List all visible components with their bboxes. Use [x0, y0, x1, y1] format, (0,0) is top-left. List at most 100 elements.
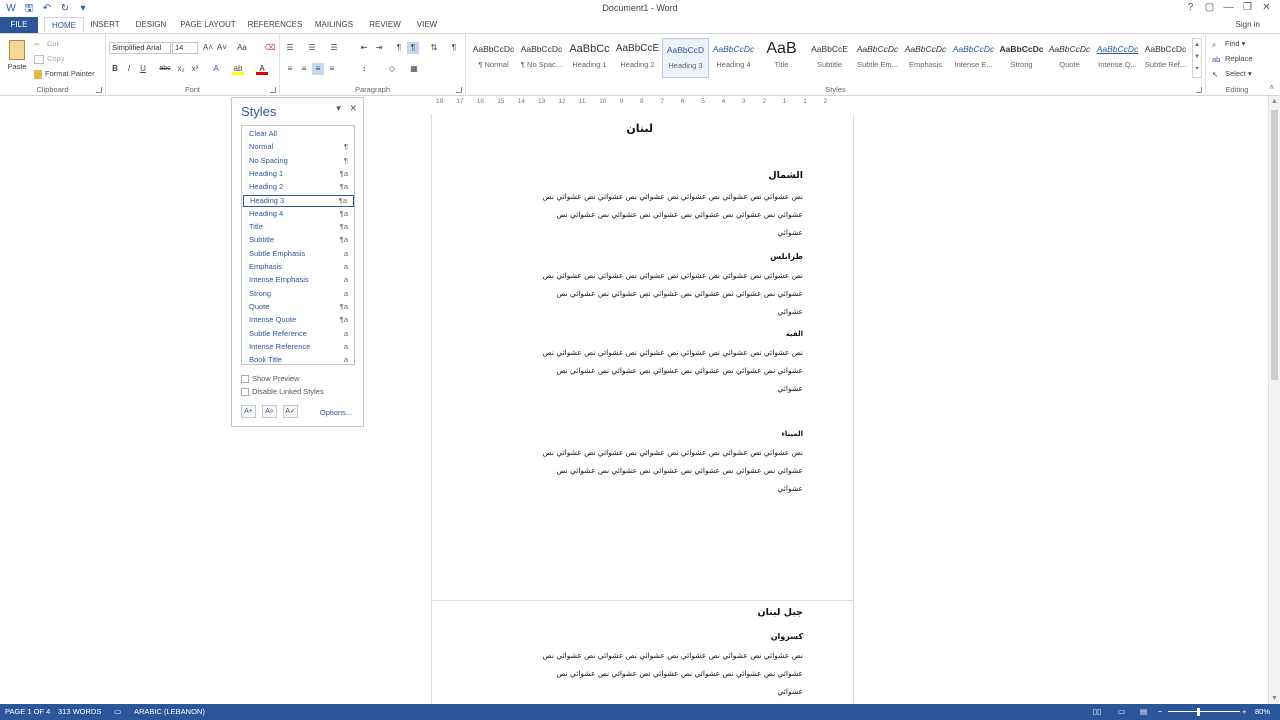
italic-button[interactable]: I [123, 63, 135, 75]
sign-in-link[interactable]: Sign in [1236, 20, 1260, 29]
options-link[interactable]: Options... [320, 408, 352, 417]
disable-linked-styles-checkbox[interactable]: Disable Linked Styles [241, 387, 324, 397]
ltr-icon[interactable]: ¶ [393, 42, 405, 54]
style-list-item[interactable]: Intense Reference a [243, 341, 354, 353]
cut-button[interactable]: ✂ Cut [34, 39, 59, 49]
style-list-item[interactable]: Emphasis a [243, 261, 354, 273]
doc-heading[interactable]: القبة [786, 330, 803, 338]
doc-heading[interactable]: الشمال [768, 170, 803, 181]
doc-title[interactable]: لبنان [626, 122, 653, 135]
shrink-font-icon[interactable]: A˅ [216, 42, 228, 54]
style-list-item[interactable]: Heading 1 ¶a [243, 168, 354, 180]
zoom-slider[interactable] [1168, 711, 1240, 712]
styles-launcher-icon[interactable] [1196, 87, 1202, 93]
doc-paragraph[interactable]: نص عشوائي نص عشوائي نص عشوائي نص عشوائي … [483, 647, 803, 701]
style-list-item[interactable]: Book Title a [243, 354, 354, 366]
vertical-scrollbar[interactable]: ▲ ▼ [1268, 96, 1280, 704]
show-formatting-icon[interactable]: ¶ [448, 42, 460, 54]
collapse-ribbon-icon[interactable]: ˄ [1269, 83, 1274, 92]
scroll-thumb[interactable] [1271, 110, 1278, 380]
numbering-icon[interactable]: ☰ [306, 42, 318, 54]
doc-paragraph[interactable]: نص عشوائي نص عشوائي نص عشوائي نص عشوائي … [483, 188, 803, 242]
underline-button[interactable]: U [137, 63, 149, 75]
highlight-icon[interactable]: ab [232, 63, 244, 75]
tab-insert[interactable]: INSERT [88, 17, 122, 33]
font-name-combo[interactable]: Simplified Arial [109, 42, 171, 54]
tab-home[interactable]: HOME [44, 17, 84, 33]
doc-heading[interactable]: الميناء [781, 430, 803, 438]
gallery-style-item[interactable]: AaBbCcDc ¶ No Spac... [518, 38, 565, 78]
tab-file[interactable]: FILE [0, 17, 38, 33]
zoom-level[interactable]: 80% [1255, 707, 1270, 716]
text-effects-icon[interactable]: A [210, 63, 222, 75]
align-center-icon[interactable]: ≡ [298, 63, 310, 75]
ribbon-display-icon[interactable]: ▢ [1200, 1, 1219, 15]
change-case-icon[interactable]: Aa [236, 42, 248, 54]
print-layout-icon[interactable]: ▭ [1118, 707, 1125, 716]
clipboard-launcher-icon[interactable] [96, 87, 102, 93]
gallery-style-item[interactable]: AaBbCcDc Quote [1046, 38, 1093, 78]
tab-page-layout[interactable]: PAGE LAYOUT [178, 17, 238, 33]
gallery-style-item[interactable]: AaBbCcD Heading 3 [662, 38, 709, 78]
style-list-item[interactable]: Heading 4 ¶a [243, 208, 354, 220]
gallery-style-item[interactable]: AaBbCcDc Heading 4 [710, 38, 757, 78]
paste-button[interactable]: Paste [4, 38, 30, 80]
new-style-icon[interactable]: A+ [241, 405, 256, 418]
help-icon[interactable]: ? [1181, 1, 1200, 15]
language-indicator[interactable]: ARABIC (LEBANON) [134, 707, 205, 716]
gallery-style-item[interactable]: AaBbCcDc Strong [998, 38, 1045, 78]
select-button[interactable]: ↖ Select ▾ [1212, 69, 1252, 79]
horizontal-ruler[interactable]: 18 17 16 15 14 13 12 11 10 9 8 7 6 5 4 3 2 1 1 2 [431, 98, 854, 108]
multilevel-list-icon[interactable]: ☰ [328, 42, 340, 54]
gallery-style-item[interactable]: AaBbCcE Subtitle [806, 38, 853, 78]
pane-options-icon[interactable]: ▾ [336, 103, 341, 113]
replace-button[interactable]: ab Replace [1212, 54, 1253, 64]
doc-paragraph[interactable]: نص عشوائي نص عشوائي نص عشوائي نص عشوائي … [483, 344, 803, 398]
style-list-item[interactable]: Subtitle ¶a [243, 234, 354, 246]
clear-formatting-icon[interactable]: ⌫ [264, 42, 276, 54]
doc-heading[interactable]: طرابلس [770, 252, 803, 261]
strikethrough-button[interactable]: abc [157, 63, 173, 75]
style-list-item[interactable]: Subtle Reference a [243, 328, 354, 340]
copy-button[interactable]: Copy [34, 54, 65, 64]
grow-font-icon[interactable]: A˄ [202, 42, 214, 54]
bold-button[interactable]: B [109, 63, 121, 75]
pane-close-icon[interactable]: ✕ [349, 103, 357, 113]
sort-icon[interactable]: ⇅ [428, 42, 440, 54]
superscript-button[interactable]: x² [189, 63, 201, 75]
web-layout-icon[interactable]: ▤ [1140, 707, 1147, 716]
bullets-icon[interactable]: ☰ [284, 42, 296, 54]
zoom-out-icon[interactable]: − [1158, 707, 1162, 716]
read-mode-icon[interactable]: ▯▯ [1093, 707, 1101, 716]
gallery-style-item[interactable]: AaBbCcDc Emphasis [902, 38, 949, 78]
style-list-item[interactable]: Title ¶a [243, 221, 354, 233]
minimize-icon[interactable]: — [1219, 1, 1238, 15]
scroll-up-icon[interactable]: ▲ [1271, 98, 1278, 105]
style-inspector-icon[interactable]: A⌕ [262, 405, 277, 418]
decrease-indent-icon[interactable]: ⇤ [358, 42, 370, 54]
style-list-item[interactable]: Strong a [243, 288, 354, 300]
doc-paragraph[interactable]: نص عشوائي نص عشوائي نص عشوائي نص عشوائي … [483, 267, 803, 321]
line-spacing-icon[interactable]: ↕ [358, 63, 370, 75]
document-page[interactable]: لبنان الشمال نص عشوائي نص عشوائي نص عشوا… [431, 114, 854, 704]
page-count[interactable]: PAGE 1 OF 4 [5, 707, 50, 716]
increase-indent-icon[interactable]: ⇥ [373, 42, 385, 54]
align-right-icon[interactable]: ≡ [312, 63, 324, 75]
style-list-item[interactable]: Heading 3 ¶a [243, 194, 354, 207]
zoom-slider-thumb[interactable] [1197, 708, 1200, 716]
font-size-combo[interactable]: 14 [172, 42, 198, 54]
style-list-item[interactable]: Intense Quote ¶a [243, 314, 354, 326]
gallery-style-item[interactable]: AaBbCcDc Intense Q... [1094, 38, 1141, 78]
format-painter-button[interactable]: Format Painter [34, 69, 95, 79]
restore-icon[interactable]: ❐ [1238, 1, 1257, 15]
close-icon[interactable]: ✕ [1257, 1, 1276, 15]
font-launcher-icon[interactable] [270, 87, 276, 93]
style-list-item[interactable]: Subtle Emphasis a [243, 248, 354, 260]
tab-references[interactable]: REFERENCES [247, 17, 303, 33]
word-count[interactable]: 313 WORDS [58, 707, 101, 716]
font-color-icon[interactable]: A [256, 63, 268, 75]
show-preview-checkbox[interactable]: Show Preview [241, 374, 300, 384]
style-list-item[interactable]: Heading 2 ¶a [243, 181, 354, 193]
gallery-style-item[interactable]: AaBbCcDc Subtle Em... [854, 38, 901, 78]
paragraph-launcher-icon[interactable] [456, 87, 462, 93]
